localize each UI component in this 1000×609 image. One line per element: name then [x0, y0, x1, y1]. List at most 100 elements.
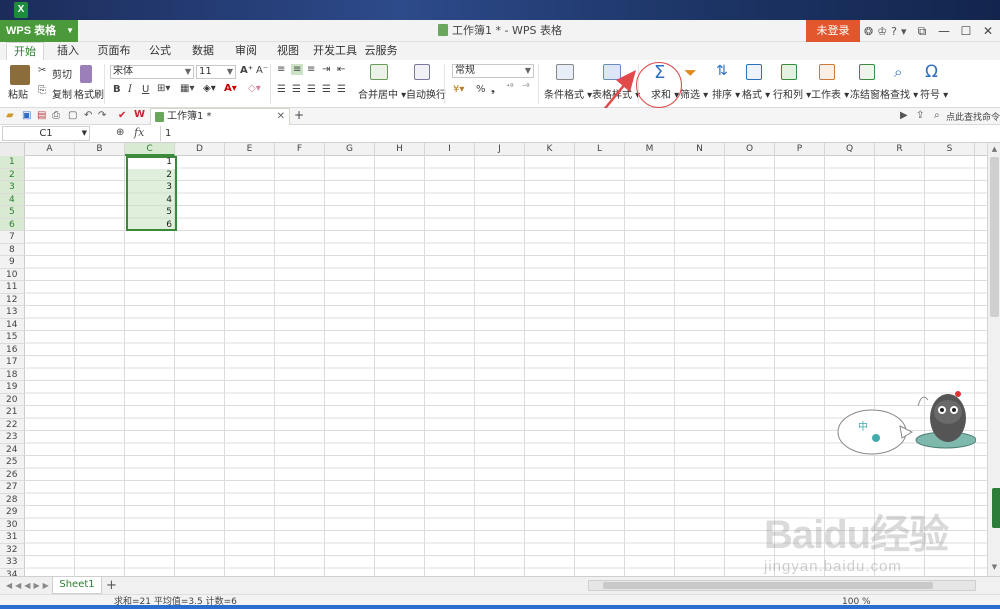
horizontal-scrollbar[interactable] [588, 580, 976, 591]
dropdown-icon[interactable]: ▾ [901, 25, 907, 38]
tab-data[interactable]: 数据 [189, 42, 217, 60]
skin-icon[interactable]: ❂ [864, 25, 873, 38]
bold-button[interactable]: B [113, 84, 121, 95]
export-pdf-icon[interactable]: ▤ [37, 110, 46, 121]
column-header[interactable]: G [325, 143, 375, 156]
row-header[interactable]: 4 [0, 193, 25, 206]
row-header[interactable]: 8 [0, 243, 25, 256]
help-icon[interactable]: ? [891, 25, 897, 38]
tab-cloud[interactable]: 云服务 [364, 42, 398, 60]
search-icon[interactable]: ⌕ [934, 110, 940, 121]
close-tab-icon[interactable]: ✕ [277, 109, 285, 125]
freeze-panes-icon[interactable] [859, 64, 875, 80]
cell[interactable]: 4 [125, 194, 175, 207]
align-bottom-icon[interactable]: ≡ [307, 64, 315, 75]
column-header[interactable]: C [125, 143, 175, 156]
paste-button[interactable]: 粘贴 [8, 86, 28, 101]
column-header[interactable]: J [475, 143, 525, 156]
tab-insert[interactable]: 插入 [54, 42, 82, 60]
align-center-icon[interactable]: ☰ [292, 84, 301, 95]
column-header[interactable]: D [175, 143, 225, 156]
shrink-font-icon[interactable]: A⁻ [256, 65, 268, 76]
row-header[interactable]: 13 [0, 306, 25, 319]
worksheet-icon[interactable] [819, 64, 835, 80]
sort-icon[interactable]: ⇅ [716, 63, 728, 79]
column-header[interactable]: E [225, 143, 275, 156]
find-button[interactable]: 查找 ▾ [890, 86, 918, 101]
open-icon[interactable]: ▰ [6, 110, 14, 121]
clear-format-icon[interactable]: ◇▾ [248, 83, 261, 94]
column-header[interactable]: F [275, 143, 325, 156]
wps-logo-icon[interactable]: W [134, 109, 145, 120]
row-header[interactable]: 27 [0, 481, 25, 494]
row-header[interactable]: 16 [0, 343, 25, 356]
scissors-icon[interactable]: ✂ [38, 65, 46, 76]
currency-icon[interactable]: ¥▾ [453, 84, 464, 95]
font-name-select[interactable]: 宋体 ▼ [110, 65, 194, 79]
sheet-nav-arrows[interactable]: ◀◀◀▶▶ [6, 577, 52, 595]
sort-button[interactable]: 排序 ▾ [712, 86, 740, 101]
row-header[interactable]: 32 [0, 543, 25, 556]
number-format-select[interactable]: 常规 ▼ [452, 64, 534, 78]
save-icon[interactable]: ▣ [22, 110, 31, 121]
column-header[interactable]: H [375, 143, 425, 156]
row-header[interactable]: 26 [0, 468, 25, 481]
font-size-select[interactable]: 11 ▼ [196, 65, 236, 79]
row-header[interactable]: 18 [0, 368, 25, 381]
rows-cols-icon[interactable] [781, 64, 797, 80]
row-header[interactable]: 29 [0, 506, 25, 519]
column-header[interactable]: P [775, 143, 825, 156]
row-header[interactable]: 10 [0, 268, 25, 281]
copy-icon[interactable]: ⎘ [38, 85, 46, 96]
find-icon[interactable]: ⌕ [894, 63, 902, 81]
rows-cols-button[interactable]: 行和列 ▾ [773, 86, 811, 101]
row-header[interactable]: 9 [0, 256, 25, 269]
row-header[interactable]: 6 [0, 218, 25, 231]
cell[interactable]: 1 [125, 156, 175, 169]
row-header[interactable]: 2 [0, 168, 25, 181]
row-header[interactable]: 20 [0, 393, 25, 406]
maximize-icon[interactable]: ☐ [960, 24, 972, 38]
tab-page-layout[interactable]: 页面布局 [93, 42, 135, 75]
thousands-icon[interactable]: ❟ [491, 84, 495, 95]
wrap-text-button[interactable]: 自动换行 [406, 86, 446, 101]
omega-icon[interactable]: Ω [925, 62, 938, 82]
minimize-icon[interactable]: — [938, 24, 950, 38]
close-icon[interactable]: ✕ [982, 24, 994, 38]
column-header[interactable]: M [625, 143, 675, 156]
underline-button[interactable]: U [142, 84, 149, 95]
paste-icon[interactable] [10, 65, 30, 85]
column-header[interactable]: L [575, 143, 625, 156]
font-color-icon[interactable]: A▾ [224, 83, 237, 94]
filter-button[interactable]: 筛选 ▾ [680, 86, 708, 101]
share-icon[interactable]: ⇪ [916, 110, 924, 121]
row-header[interactable]: 14 [0, 318, 25, 331]
row-header[interactable]: 22 [0, 418, 25, 431]
row-header[interactable]: 33 [0, 556, 25, 569]
column-header[interactable]: R [875, 143, 925, 156]
row-header[interactable]: 25 [0, 456, 25, 469]
align-top-icon[interactable]: ≡ [277, 64, 285, 75]
name-box[interactable]: C1 ▼ [2, 126, 90, 141]
italic-button[interactable]: I [128, 84, 132, 95]
login-button[interactable]: 未登录 [806, 20, 860, 42]
scrollbar-thumb[interactable] [990, 157, 999, 317]
format-painter-button[interactable]: 格式刷 [74, 86, 104, 101]
column-header[interactable]: S [925, 143, 975, 156]
format-button[interactable]: 格式 ▾ [742, 86, 770, 101]
side-panel-handle[interactable] [992, 488, 1000, 528]
new-tab-icon[interactable]: + [294, 108, 304, 122]
merge-center-button[interactable]: 合并居中 ▾ [358, 86, 406, 101]
scroll-up-icon[interactable]: ▲ [988, 145, 1000, 153]
column-header[interactable]: A [25, 143, 75, 156]
row-header[interactable]: 21 [0, 406, 25, 419]
scrollbar-thumb[interactable] [603, 582, 933, 589]
copy-button[interactable]: 复制 [52, 86, 72, 101]
row-header[interactable]: 5 [0, 206, 25, 219]
column-header[interactable]: O [725, 143, 775, 156]
row-header[interactable]: 19 [0, 381, 25, 394]
row-header[interactable]: 31 [0, 531, 25, 544]
column-header[interactable]: I [425, 143, 475, 156]
distribute-icon[interactable]: ☰ [337, 84, 346, 95]
align-right-icon[interactable]: ☰ [307, 84, 316, 95]
